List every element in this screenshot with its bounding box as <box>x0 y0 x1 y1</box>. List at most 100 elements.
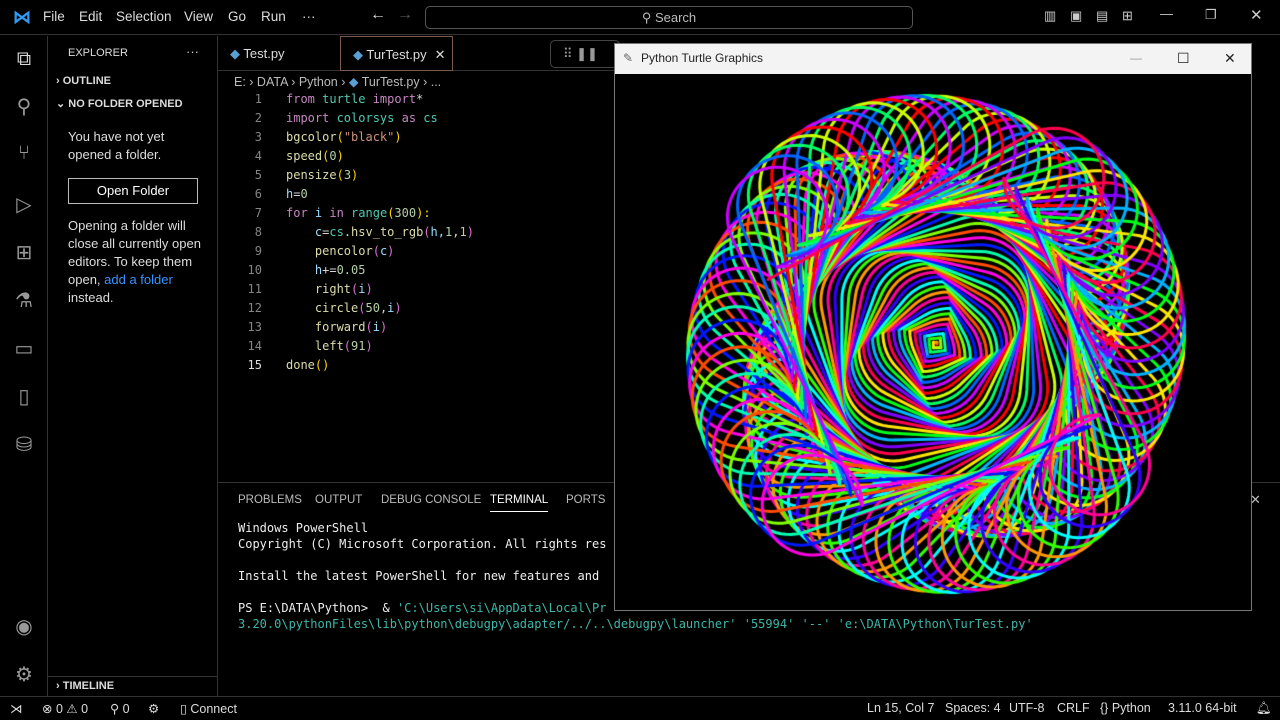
customize-layout-icon[interactable]: ⊞ <box>1122 8 1133 24</box>
timeline-section[interactable]: › TIMELINE <box>56 680 114 692</box>
line-ending[interactable]: CRLF <box>1057 701 1090 715</box>
connect-label: Connect <box>190 702 237 716</box>
code-token: as <box>401 111 417 125</box>
python-file-icon: ◆ <box>353 47 367 62</box>
breadcrumb-python[interactable]: Python <box>299 75 338 89</box>
layout-panel-icon[interactable]: ▣ <box>1070 8 1082 24</box>
notebook-icon[interactable]: ▯ <box>12 384 36 408</box>
terminal-command[interactable]: PS E:\DATA\Python> & 'C:\Users\si\AppDat… <box>238 601 606 615</box>
breadcrumb-symbols[interactable]: ... <box>431 75 441 89</box>
code-token: ) <box>466 225 474 239</box>
terminal-line: Copyright (C) Microsoft Corporation. All… <box>238 537 607 551</box>
menu-file[interactable]: File <box>43 9 65 24</box>
turtle-minimize-icon[interactable]: — <box>1130 44 1142 72</box>
debug-toolbar: ⠿ ❚❚ <box>550 40 620 68</box>
line-number: 13 <box>247 320 262 334</box>
code-line: import colorsys as cs <box>286 111 438 125</box>
encoding[interactable]: UTF-8 <box>1009 701 1044 715</box>
database-icon[interactable]: ⛁ <box>12 432 36 456</box>
forward-icon[interactable]: → <box>397 6 413 24</box>
python-interpreter[interactable]: 3.11.0 64-bit <box>1168 701 1237 715</box>
code-token: bgcolor <box>286 130 337 144</box>
no-folder-section[interactable]: ⌄ NO FOLDER OPENED <box>56 97 183 110</box>
language-mode[interactable]: {} Python <box>1100 701 1151 715</box>
code-token: i <box>358 282 366 296</box>
explorer-icon[interactable]: ⧉ <box>12 48 36 72</box>
breadcrumb-drive[interactable]: E: <box>234 75 246 89</box>
debug-status-icon[interactable]: ⚙ <box>148 701 159 716</box>
tab-output[interactable]: OUTPUT <box>315 494 362 506</box>
extensions-icon[interactable]: ⊞ <box>12 240 36 264</box>
open-folder-info: Opening a folder will close all currentl… <box>68 217 208 307</box>
minimize-icon[interactable]: — <box>1160 6 1173 21</box>
search-icon: ⚲ <box>641 10 655 25</box>
tab-label: TurTest.py <box>366 47 427 62</box>
settings-gear-icon[interactable]: ⚙ <box>12 662 36 686</box>
code-token: ( <box>336 130 344 144</box>
search-box[interactable]: ⚲ Search <box>425 6 913 29</box>
ports-status[interactable]: ⚲ 0 <box>110 701 130 716</box>
title-bar: ⋈ File Edit Selection View Go Run ··· ← … <box>0 0 1280 35</box>
tab-ports[interactable]: PORTS <box>566 494 605 506</box>
source-control-icon[interactable]: ⑂ <box>12 142 36 166</box>
layout-secondary-icon[interactable]: ▤ <box>1096 8 1108 24</box>
back-icon[interactable]: ← <box>370 6 386 24</box>
drag-handle-icon[interactable]: ⠿ <box>563 46 573 61</box>
menu-edit[interactable]: Edit <box>79 9 102 24</box>
turtle-maximize-icon[interactable]: ☐ <box>1177 44 1190 72</box>
code-token: 0 <box>300 187 308 201</box>
remote-explorer-icon[interactable]: ▭ <box>12 336 36 360</box>
menu-go[interactable]: Go <box>228 9 246 24</box>
turtle-close-icon[interactable]: ✕ <box>1224 44 1236 72</box>
turtle-window-titlebar[interactable]: ✎ Python Turtle Graphics — ☐ ✕ <box>615 44 1251 74</box>
close-icon[interactable]: ✕ <box>1250 6 1263 24</box>
search-view-icon[interactable]: ⚲ <box>12 94 36 118</box>
menu-more[interactable]: ··· <box>302 9 316 24</box>
problems-status[interactable]: ⊗ 0 ⚠ 0 <box>42 701 88 716</box>
line-number: 8 <box>254 225 262 239</box>
layout-sidebar-icon[interactable]: ▥ <box>1044 8 1056 24</box>
breadcrumb-data[interactable]: DATA <box>257 75 288 89</box>
terminal-cmd-part2: 3.20.0\pythonFiles\lib\python\debugpy\ad… <box>238 617 1033 631</box>
menu-view[interactable]: View <box>184 9 213 24</box>
connect-status[interactable]: ▯ Connect <box>180 701 237 716</box>
code-token: += <box>322 263 337 277</box>
outline-section[interactable]: › OUTLINE <box>56 75 111 87</box>
testing-icon[interactable]: ⚗ <box>12 288 36 312</box>
add-folder-link[interactable]: add a folder <box>104 272 173 287</box>
timeline-label: TIMELINE <box>62 680 115 692</box>
ports-count: 0 <box>122 702 130 716</box>
indentation[interactable]: Spaces: 4 <box>945 701 1001 715</box>
code-token: right <box>286 282 352 296</box>
line-number: 9 <box>254 244 262 258</box>
menu-selection[interactable]: Selection <box>116 9 172 24</box>
code-token: for <box>286 206 308 220</box>
code-line: bgcolor("black") <box>286 130 402 144</box>
cursor-position[interactable]: Ln 15, Col 7 <box>867 701 934 715</box>
restore-icon[interactable]: ❐ <box>1205 7 1217 23</box>
code-token: () <box>314 358 330 372</box>
code-token: ) <box>365 339 373 353</box>
code-token: c <box>286 225 323 239</box>
explorer-more-button[interactable]: ··· <box>186 44 199 59</box>
search-label: Search <box>654 10 697 25</box>
tab-terminal[interactable]: TERMINAL <box>490 494 549 512</box>
tab-test-py[interactable]: ◆ Test.py <box>218 36 340 71</box>
pause-icon[interactable]: ❚❚ <box>576 46 598 61</box>
no-folder-message: You have not yet opened a folder. <box>68 129 165 162</box>
menu-run[interactable]: Run <box>261 9 286 24</box>
breadcrumb-file[interactable]: TurTest.py <box>362 75 420 89</box>
open-folder-button[interactable]: Open Folder <box>68 178 198 204</box>
code-token: 1 <box>459 225 467 239</box>
line-number: 7 <box>254 206 262 220</box>
tab-problems[interactable]: PROBLEMS <box>238 494 302 506</box>
tab-debug-console[interactable]: DEBUG CONSOLE <box>381 494 481 506</box>
notifications-bell-icon[interactable]: 🔔︎ <box>1256 701 1272 716</box>
warning-count: 0 <box>81 702 89 716</box>
remote-icon[interactable]: ⋊ <box>10 701 23 716</box>
tab-turtest-py[interactable]: ◆ TurTest.py ✕ <box>340 36 453 71</box>
code-token: h, <box>430 225 445 239</box>
account-icon[interactable]: ◉ <box>12 614 36 638</box>
tab-close-icon[interactable]: ✕ <box>435 47 446 62</box>
run-debug-icon[interactable]: ▷ <box>12 192 36 216</box>
